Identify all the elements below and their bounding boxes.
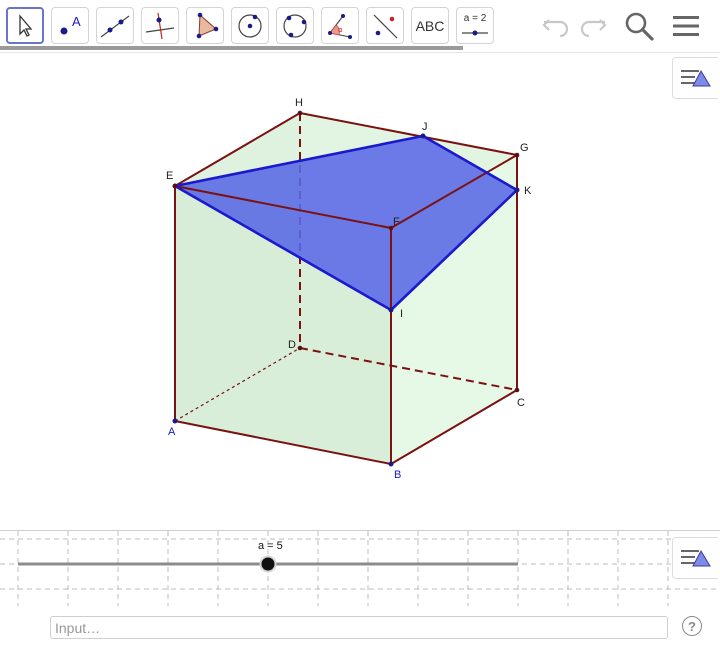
slider-grid: a = 5 xyxy=(0,531,720,607)
perpendicular-line-tool-icon xyxy=(145,12,175,39)
point-E[interactable] xyxy=(172,183,178,189)
style-bar-button-2[interactable] xyxy=(672,537,718,579)
move-tool-icon xyxy=(19,13,33,37)
input-bar: ? xyxy=(0,606,720,650)
redo-icon xyxy=(580,19,607,38)
search-button[interactable] xyxy=(621,8,657,44)
polygon-tool-icon xyxy=(196,12,219,38)
label-D: D xyxy=(288,339,296,351)
search-icon xyxy=(625,12,654,41)
label-K: K xyxy=(524,185,532,197)
toolbar: A α ABC a = 2 xyxy=(0,0,720,52)
cube-drawing: A B C D E F G H I J K xyxy=(166,97,532,481)
style-bar-icon xyxy=(680,69,711,87)
label-G: G xyxy=(520,142,529,154)
reflect-tool-button[interactable] xyxy=(366,7,404,44)
algebra-input[interactable] xyxy=(50,616,668,639)
line-tool-button[interactable] xyxy=(96,7,134,44)
slider-tool-icon xyxy=(462,30,488,35)
label-C: C xyxy=(517,397,525,409)
angle-tool-icon: α xyxy=(328,13,352,39)
point-tool-letter: A xyxy=(72,14,81,29)
label-H: H xyxy=(295,97,303,109)
point-tool-icon: A xyxy=(60,14,81,34)
help-icon[interactable]: ? xyxy=(682,616,702,636)
point-H[interactable] xyxy=(297,110,303,116)
label-B: B xyxy=(394,469,401,481)
line-tool-icon xyxy=(100,15,130,37)
slider-thumb[interactable] xyxy=(259,555,277,573)
perpendicular-line-tool-button[interactable] xyxy=(141,7,179,44)
point-B[interactable] xyxy=(388,461,394,467)
style-bar-icon-2 xyxy=(680,549,711,567)
point-G[interactable] xyxy=(514,152,520,158)
point-tool-button[interactable]: A xyxy=(51,7,89,44)
angle-tool-button[interactable]: α xyxy=(321,7,359,44)
reflect-tool-icon xyxy=(373,14,398,38)
circle-center-point-tool-button[interactable] xyxy=(231,7,269,44)
slider-tool-button[interactable]: a = 2 xyxy=(456,7,494,44)
circle-center-point-tool-icon xyxy=(238,13,262,38)
menu-button[interactable] xyxy=(668,8,704,44)
point-D[interactable] xyxy=(297,345,303,351)
menu-icon xyxy=(673,16,699,36)
style-bar-button[interactable] xyxy=(672,57,718,99)
undo-icon xyxy=(542,19,569,38)
label-J: J xyxy=(422,121,428,133)
point-I[interactable] xyxy=(388,307,394,313)
slider-label: a = 5 xyxy=(258,540,283,552)
graphics-view[interactable]: A B C D E F G H I J K xyxy=(0,52,720,531)
polygon-tool-button[interactable] xyxy=(186,7,224,44)
point-J[interactable] xyxy=(420,133,426,139)
text-tool-button[interactable]: ABC xyxy=(411,7,449,44)
circle-three-points-tool-button[interactable] xyxy=(276,7,314,44)
text-tool-icon: ABC xyxy=(415,17,445,34)
redo-button[interactable] xyxy=(575,8,611,44)
undo-button[interactable] xyxy=(538,8,574,44)
point-C[interactable] xyxy=(514,387,520,393)
point-A[interactable] xyxy=(172,418,178,424)
toolbar-scroll-indicator xyxy=(0,46,463,50)
angle-alpha-label: α xyxy=(338,26,343,34)
circle-three-points-tool-icon xyxy=(283,13,307,38)
slider-graphics-view[interactable]: a = 5 xyxy=(0,530,720,607)
label-E: E xyxy=(166,170,173,182)
move-tool-button[interactable] xyxy=(6,7,44,44)
slider-tool-label: a = 2 xyxy=(463,13,487,24)
label-F: F xyxy=(393,216,400,228)
label-I: I xyxy=(400,308,403,320)
label-A: A xyxy=(168,426,176,438)
point-K[interactable] xyxy=(514,187,520,193)
